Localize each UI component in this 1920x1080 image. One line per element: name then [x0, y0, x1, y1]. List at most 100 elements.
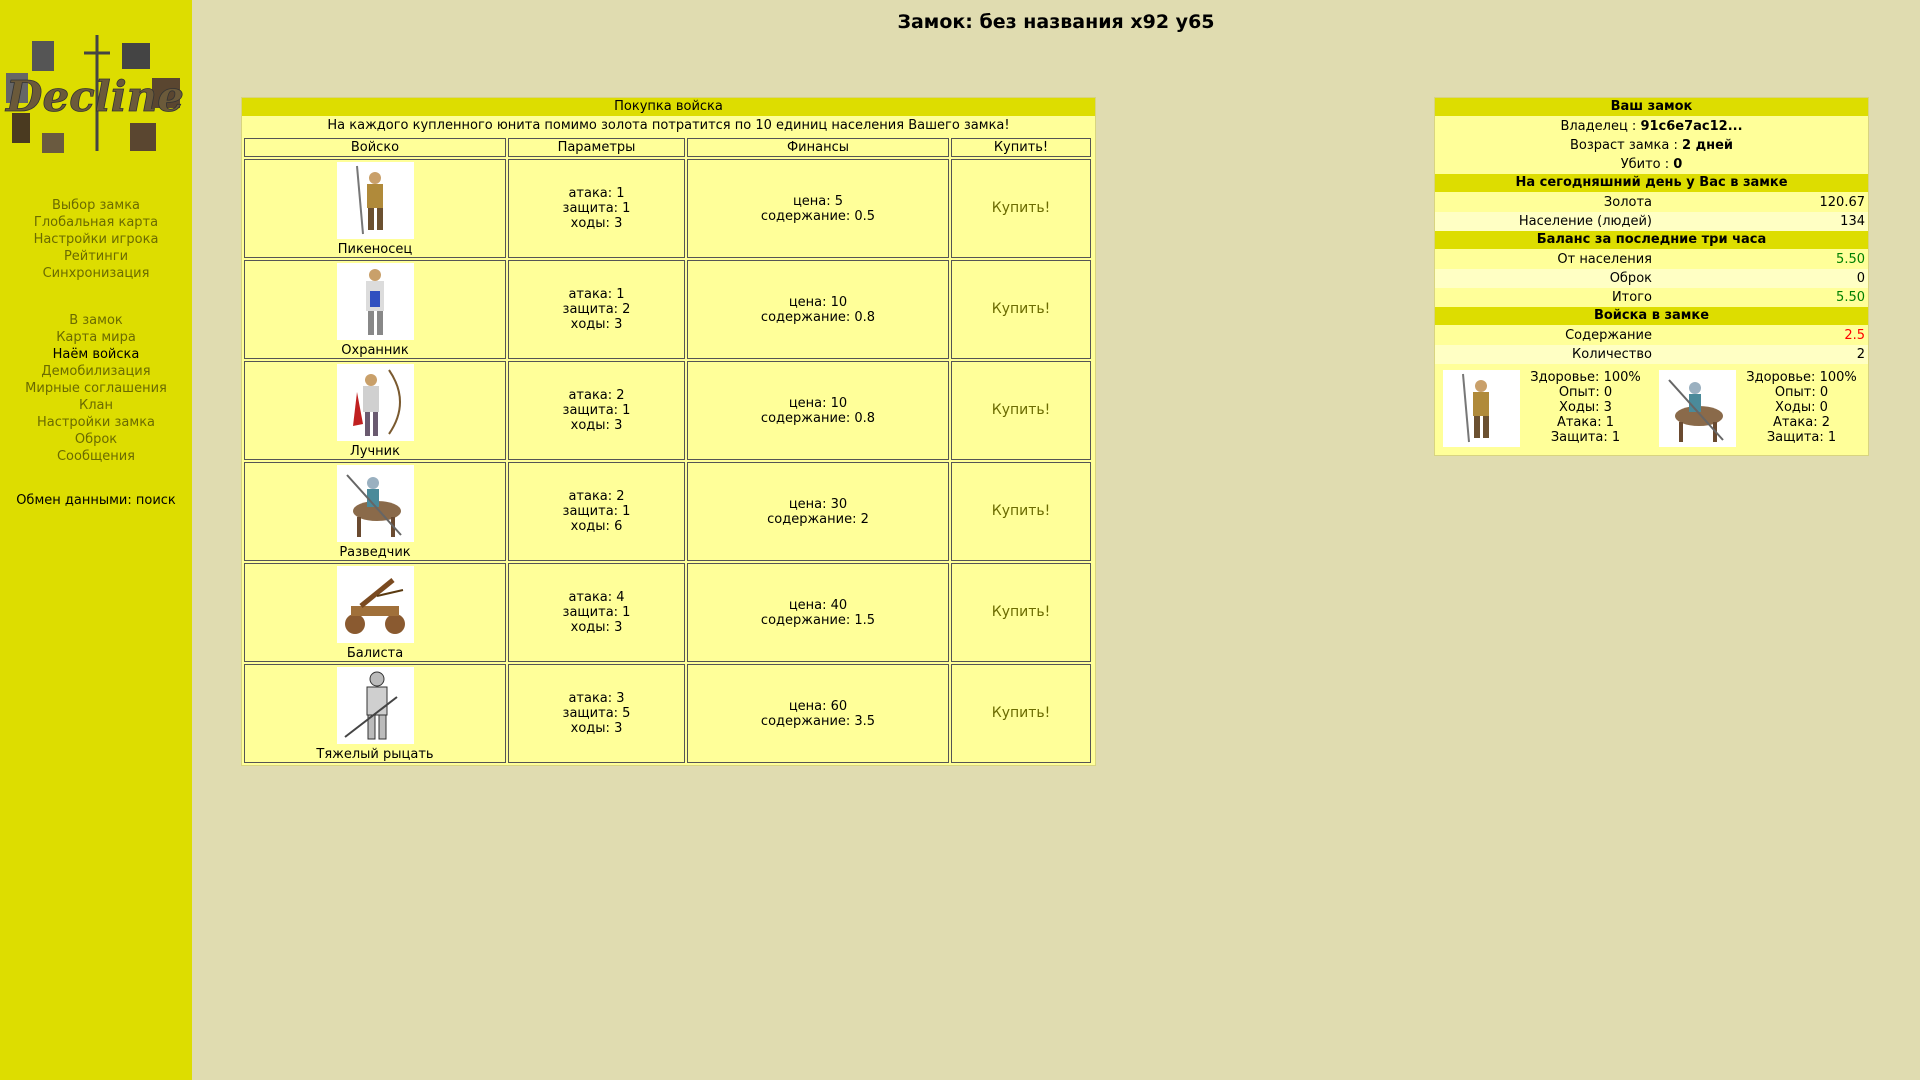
logo-castle-tower [122, 43, 150, 69]
nav-global-map[interactable]: Глобальная карта [0, 214, 192, 231]
logo-castle-tower [42, 133, 64, 153]
unit-cell: Лучник [244, 361, 506, 460]
nav-player-settings[interactable]: Настройки игрока [0, 231, 192, 248]
unit-defense: защита: 1 [562, 605, 631, 620]
nav-select-castle[interactable]: Выбор замка [0, 197, 192, 214]
owner-label: Владелец : [1560, 119, 1637, 134]
nav-demobilization[interactable]: Демобилизация [0, 363, 192, 380]
unit-attack: атака: 3 [568, 691, 625, 706]
sidebar: Decline Выбор замка Глобальная карта Нас… [0, 0, 192, 1080]
unit-moves: ходы: 6 [570, 519, 623, 534]
today-header: На сегодняшний день у Вас в замке [1435, 174, 1868, 192]
army-unit[interactable]: Здоровье: 100% Опыт: 0 Ходы: 3 Атака: 1 … [1435, 370, 1651, 447]
moves: Ходы: 0 [1775, 400, 1828, 415]
unit-name: Балиста [346, 646, 404, 661]
pikeman-portrait [336, 162, 414, 239]
logo-castle-tower [130, 123, 156, 151]
col-params: Параметры [508, 138, 685, 157]
unit-moves: ходы: 3 [570, 620, 623, 635]
unit-buy-cell: Купить! [951, 664, 1091, 763]
killed-label: Убито : [1620, 157, 1670, 172]
defense: Защита: 1 [1766, 430, 1837, 445]
scout-portrait [1659, 370, 1736, 447]
unit-price: цена: 5 [792, 193, 844, 209]
obrok-label: Оброк [1609, 271, 1652, 286]
col-buy: Купить! [951, 138, 1091, 157]
nav-messages[interactable]: Сообщения [0, 448, 192, 465]
unit-params: атака: 4 защита: 1 ходы: 3 [508, 563, 685, 662]
troops-count-value: 2 [1856, 347, 1865, 362]
unit-cell: Охранник [244, 260, 506, 359]
buy-unit-button[interactable]: Купить! [992, 301, 1051, 317]
archer-portrait [336, 364, 414, 441]
units-table-header: Войско Параметры Финансы Купить! [244, 138, 1091, 157]
troops-count-label: Количество [1572, 347, 1652, 362]
buy-panel-note: На каждого купленного юнита помимо золот… [327, 118, 1010, 133]
unit-defense: защита: 1 [562, 201, 631, 216]
unit-defense: защита: 5 [562, 706, 631, 721]
unit-finance: цена: 30 содержание: 2 [687, 462, 949, 561]
experience: Опыт: 0 [1558, 385, 1613, 400]
unit-params: атака: 3 защита: 5 ходы: 3 [508, 664, 685, 763]
unit-row: Балиста атака: 4 защита: 1 ходы: 3 цена: 40 с… [244, 563, 1091, 662]
units-table: Войско Параметры Финансы Купить! Пикенос… [242, 136, 1093, 765]
buy-unit-button[interactable]: Купить! [992, 200, 1051, 216]
unit-row: Пикеносец атака: 1 защита: 1 ходы: 3 цена: 5… [244, 159, 1091, 258]
unit-buy-cell: Купить! [951, 361, 1091, 460]
attack: Атака: 2 [1772, 415, 1831, 430]
nav-ratings[interactable]: Рейтинги [0, 248, 192, 265]
unit-upkeep: содержание: 1.5 [760, 612, 876, 628]
unit-name: Пикеносец [337, 242, 413, 257]
unit-upkeep: содержание: 2 [767, 511, 869, 527]
from-population-label: От населения [1557, 252, 1652, 267]
unit-cell: Тяжелый рыцать [244, 664, 506, 763]
unit-moves: ходы: 3 [570, 721, 623, 736]
unit-price: цена: 60 [788, 698, 848, 714]
from-population-row: От населения 5.50 [1435, 250, 1868, 269]
unit-row: Охранник атака: 1 защита: 2 ходы: 3 цена: 10… [244, 260, 1091, 359]
unit-params: атака: 1 защита: 2 ходы: 3 [508, 260, 685, 359]
balance-header: Баланс за последние три часа [1435, 231, 1868, 249]
pikeman-portrait [1443, 370, 1520, 447]
unit-finance: цена: 5 содержание: 0.5 [687, 159, 949, 258]
unit-price: цена: 10 [788, 294, 848, 310]
buy-panel-header: Покупка войска [242, 98, 1095, 116]
nav-peace-agreements[interactable]: Мирные соглашения [0, 380, 192, 397]
buy-unit-button[interactable]: Купить! [992, 503, 1051, 519]
unit-buy-cell: Купить! [951, 260, 1091, 359]
decline-logo[interactable]: Decline [2, 33, 188, 159]
nav-world-map[interactable]: Карта мира [0, 329, 192, 346]
nav-obrok[interactable]: Оброк [0, 431, 192, 448]
population-row: Население (людей) 134 [1435, 212, 1868, 231]
unit-buy-cell: Купить! [951, 462, 1091, 561]
nav-hire-troops[interactable]: Наём войска [0, 346, 192, 363]
nav-castle-settings[interactable]: Настройки замка [0, 414, 192, 431]
troops-header: Войска в замке [1435, 307, 1868, 325]
unit-row: Тяжелый рыцать атака: 3 защита: 5 ходы: 3 це… [244, 664, 1091, 763]
nav-sync[interactable]: Синхронизация [0, 265, 192, 282]
unit-defense: защита: 1 [562, 504, 631, 519]
buy-troops-panel: Покупка войска На каждого купленного юни… [241, 97, 1096, 766]
age-label: Возраст замка : [1570, 138, 1678, 153]
buy-unit-button[interactable]: Купить! [992, 705, 1051, 721]
buy-unit-button[interactable]: Купить! [992, 402, 1051, 418]
unit-finance: цена: 10 содержание: 0.8 [687, 260, 949, 359]
unit-name: Тяжелый рыцать [316, 747, 434, 762]
unit-moves: ходы: 3 [570, 317, 623, 332]
nav-clan[interactable]: Клан [0, 397, 192, 414]
unit-name: Лучник [350, 444, 400, 459]
unit-attack: атака: 4 [568, 590, 625, 605]
total-row: Итого 5.50 [1435, 288, 1868, 307]
unit-name: Разведчик [339, 545, 411, 560]
unit-price: цена: 30 [788, 496, 848, 512]
army-unit[interactable]: Здоровье: 100% Опыт: 0 Ходы: 0 Атака: 2 … [1651, 370, 1867, 447]
nav-to-castle[interactable]: В замок [0, 312, 192, 329]
buy-unit-button[interactable]: Купить! [992, 604, 1051, 620]
unit-cell: Разведчик [244, 462, 506, 561]
castle-navigation: В замок Карта мира Наём войска Демобилиз… [0, 312, 192, 465]
army-unit-stats: Здоровье: 100% Опыт: 0 Ходы: 3 Атака: 1 … [1520, 370, 1651, 445]
unit-row: Лучник атака: 2 защита: 1 ходы: 3 цена: 10 со… [244, 361, 1091, 460]
killed-value: 0 [1673, 157, 1683, 172]
data-exchange-link[interactable]: Обмен данными: поиск [16, 493, 176, 508]
data-exchange-status: Обмен данными: поиск [0, 493, 192, 508]
